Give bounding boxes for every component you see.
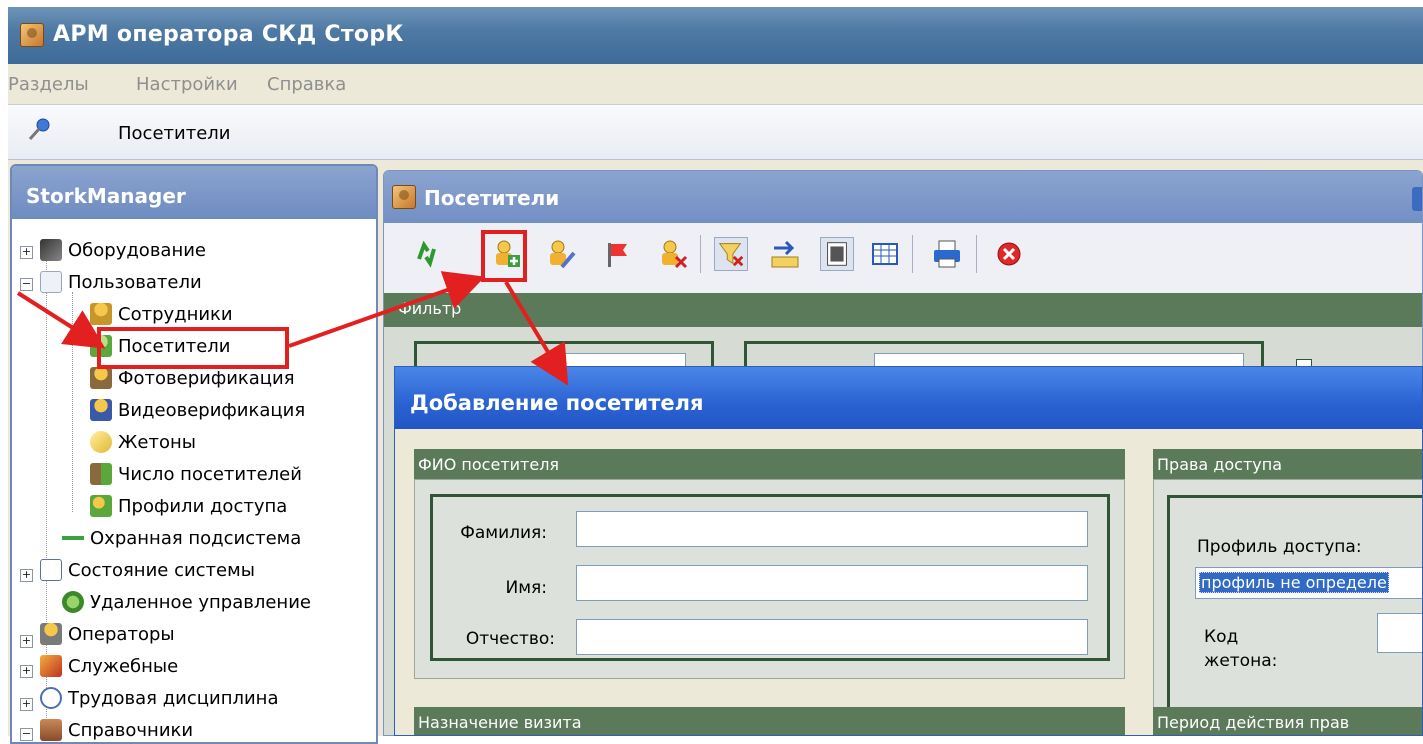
arrow-to-dialog [504,280,569,386]
arrow-to-visitors-item [16,291,106,349]
annotation-arrows [16,271,569,386]
arrow-to-add-button [288,271,486,348]
